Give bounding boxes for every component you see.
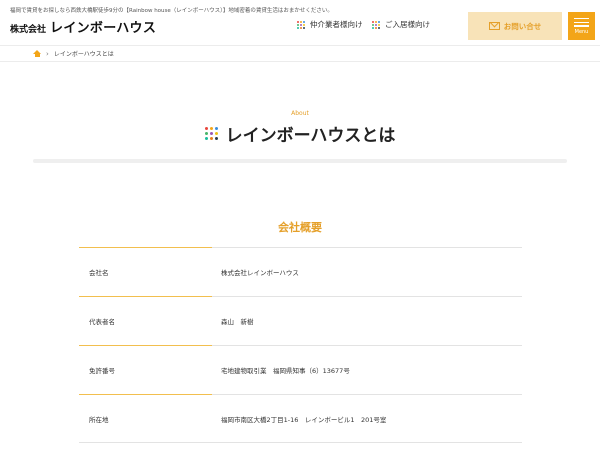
menu-label: Menu <box>574 29 589 36</box>
about-subtitle: About <box>291 110 309 117</box>
grid-dots-icon <box>204 127 218 140</box>
chevron-right-icon: › <box>46 49 49 58</box>
title-divider <box>33 159 567 163</box>
logo-prefix: 株式会社 <box>10 25 47 35</box>
table-row: 会社名 株式会社レインボーハウス <box>79 247 522 296</box>
home-icon[interactable] <box>33 49 41 58</box>
company-table: 会社名 株式会社レインボーハウス 代表者名 森山 新樹 免許番号 宅地建物取引業… <box>79 247 522 443</box>
contact-label: お問い合せ <box>503 21 542 31</box>
nav-agents-label: 仲介業者様向け <box>310 20 363 29</box>
breadcrumb-bar: › レインボーハウスとは <box>0 45 600 62</box>
page-title: レインボーハウスとは <box>225 126 396 146</box>
nav-residents-label: ご入居様向け <box>385 20 430 29</box>
logo-name: レインボーハウス <box>50 21 157 36</box>
nav-agents-link[interactable]: 仲介業者様向け <box>297 19 363 30</box>
hamburger-icon <box>574 17 589 20</box>
row-value: 福岡市南区大橋2丁目1-16 レインボービル1 201号室 <box>221 416 387 424</box>
breadcrumb: › レインボーハウスとは <box>33 49 114 58</box>
row-label: 所在地 <box>89 416 109 424</box>
table-row: 所在地 福岡市南区大橋2丁目1-16 レインボービル1 201号室 <box>79 394 522 443</box>
nav-residents-link[interactable]: ご入居様向け <box>372 19 430 30</box>
mail-icon <box>488 22 500 30</box>
menu-button[interactable]: Menu <box>568 12 595 40</box>
page-title-wrap: レインボーハウスとは <box>0 121 600 146</box>
site-logo[interactable]: 株式会社 レインボーハウス <box>10 17 156 36</box>
hamburger-icon-bar <box>574 25 589 27</box>
header-tagline: 福岡で賃貸をお探しなら西鉄大橋駅徒歩9分の【Rainbow house（レインボ… <box>10 8 333 14</box>
breadcrumb-current: レインボーハウスとは <box>53 51 114 58</box>
row-label: 会社名 <box>89 269 109 277</box>
row-value: 宅地建物取引業 福岡県知事（6）13677号 <box>221 367 350 375</box>
row-label: 免許番号 <box>89 367 115 375</box>
table-row: 免許番号 宅地建物取引業 福岡県知事（6）13677号 <box>79 345 522 394</box>
row-value: 株式会社レインボーハウス <box>221 269 299 277</box>
grid-dots-icon <box>297 20 305 29</box>
grid-dots-icon <box>372 20 380 29</box>
contact-button[interactable]: お問い合せ <box>468 12 562 40</box>
hamburger-icon-bar <box>574 21 589 23</box>
table-row: 代表者名 森山 新樹 <box>79 296 522 345</box>
section-title: 会社概要 <box>278 221 322 234</box>
row-label: 代表者名 <box>89 318 115 326</box>
row-value: 森山 新樹 <box>221 318 254 326</box>
